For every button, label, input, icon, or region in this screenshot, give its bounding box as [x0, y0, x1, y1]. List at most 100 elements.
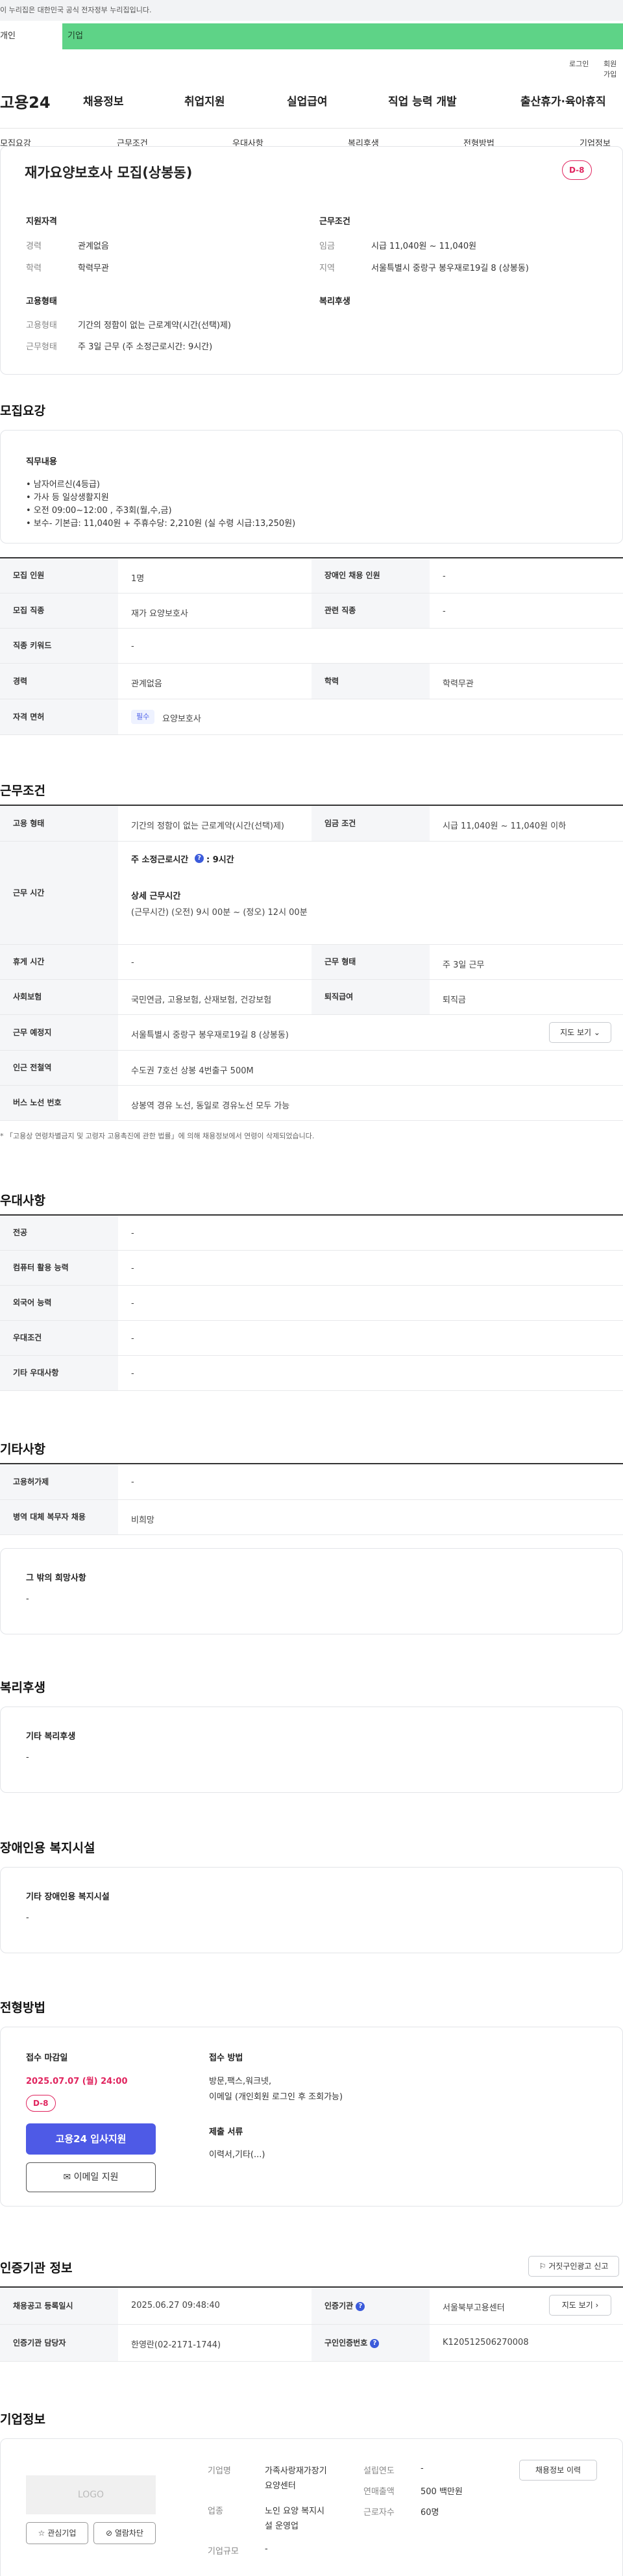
insurance-value: 국민연금, 고용보험, 산재보험, 건강보험 — [131, 995, 272, 1005]
etc-heading: 기타사항 — [0, 1442, 45, 1457]
duty-item: • 남자어르신(4등급) — [26, 480, 100, 490]
military-value: 비희망 — [131, 1516, 154, 1525]
job-history-button[interactable]: 채용정보 이력 — [519, 2460, 597, 2481]
email-apply-button[interactable]: ✉ 이메일 지원 — [26, 2162, 156, 2192]
bus-label: 버스 노선 번호 — [0, 1086, 118, 1120]
region-label: 지역 — [319, 264, 335, 273]
gnb-employment-support[interactable]: 취업지원 — [184, 92, 225, 108]
dday-badge: D-8 — [562, 160, 592, 180]
recruit-career-value: 관계없음 — [131, 679, 162, 689]
star-icon: ☆ — [38, 2529, 48, 2538]
industry-value-2: 설 운영업 — [265, 2521, 299, 2531]
agency-value: 서울북부고용센터 — [443, 2303, 505, 2313]
welfare-card — [0, 1707, 623, 1793]
deadline-label: 접수 마감일 — [26, 2053, 68, 2063]
other-wish-heading: 그 밖의 희망사항 — [26, 1573, 86, 1583]
cert-number-label-cell: 구인인증번호 ? — [312, 2325, 430, 2361]
reg-date-label: 채용공고 등록일시 — [0, 2288, 118, 2324]
row-divider — [0, 1534, 623, 1535]
sales-label: 연매출액 — [363, 2487, 395, 2497]
condition-heading: 근무조건 — [319, 217, 350, 227]
row-divider — [0, 2361, 623, 2362]
major-value: - — [131, 1229, 134, 1238]
scale-label: 기업규모 — [208, 2547, 239, 2557]
row-divider — [0, 734, 623, 735]
language-value: - — [131, 1299, 134, 1308]
career-value: 관계없음 — [78, 242, 109, 251]
computer-skill-value: - — [131, 1264, 134, 1273]
military-label: 병역 대체 복무자 채용 — [0, 1500, 118, 1534]
signup-link[interactable]: 회원가입 — [604, 58, 623, 79]
recruit-job-value: 재가 요양보호사 — [131, 609, 188, 619]
interest-label: 관심기업 — [47, 2529, 77, 2538]
disabled-count-value: - — [443, 571, 446, 581]
work-form-label: 근무 형태 — [312, 945, 430, 979]
career-label: 경력 — [26, 242, 42, 251]
agency-label: 인증기관 — [324, 2301, 354, 2310]
cert-number-label: 구인인증번호 — [324, 2338, 368, 2347]
facility-card — [0, 1867, 623, 1953]
duty-item: • 가사 등 일상생활지원 — [26, 493, 109, 503]
gnb-job-info[interactable]: 채용정보 — [83, 92, 124, 108]
gnb-job-training[interactable]: 직업 능력 개발 — [388, 92, 457, 108]
founded-label: 설립연도 — [363, 2466, 395, 2476]
row-divider — [0, 1120, 623, 1121]
apply-button[interactable]: 고용24 입사지원 — [26, 2123, 156, 2155]
map-view-button[interactable]: 지도 보기 ⌄ — [549, 1022, 611, 1043]
weekly-hours-label: 주 소정근로시간 — [131, 855, 189, 865]
info-icon[interactable]: ? — [356, 2301, 365, 2311]
recruit-heading: 모집요강 — [0, 404, 45, 418]
facility-value: - — [26, 1913, 29, 1923]
tab-personal[interactable]: 개인 — [0, 23, 62, 49]
agency-map-button[interactable]: 지도 보기 › — [549, 2295, 611, 2316]
age-note: * 「고용상 연령차별금지 및 고령자 고용촉진에 관한 법률」에 의해 채용정… — [0, 1132, 315, 1140]
recruit-edu-label: 학력 — [312, 664, 430, 699]
block-icon: ⊘ — [105, 2529, 115, 2538]
prefer-cond-label: 우대조건 — [0, 1321, 118, 1355]
license-value: 요양보호사 — [162, 714, 201, 724]
founded-value: - — [421, 2464, 424, 2473]
duty-item: • 보수- 기본급: 11,040원 + 주휴수당: 2,210원 (실 수령 … — [26, 519, 296, 529]
welfare-section-heading: 복리후생 — [0, 1681, 45, 1695]
staff-value: 60명 — [421, 2508, 439, 2518]
staff-label: 근로자수 — [363, 2508, 395, 2518]
other-prefer-value: - — [131, 1369, 134, 1379]
block-view-button[interactable]: ⊘ 열람차단 — [93, 2522, 156, 2544]
report-fake-ad-button[interactable]: ⚐ 거짓구인광고 신고 — [528, 2256, 619, 2277]
other-wish-card — [0, 1548, 623, 1634]
company-name-label: 기업명 — [208, 2466, 231, 2476]
duty-heading: 직무내용 — [26, 457, 57, 467]
site-logo[interactable]: 고용24 — [0, 90, 51, 112]
method-label: 접수 방법 — [209, 2053, 243, 2063]
major-label: 전공 — [0, 1216, 118, 1250]
interest-company-button[interactable]: ☆ 관심기업 — [26, 2522, 88, 2544]
method-value-2: 이메일 (개인회원 로그인 후 조회가능) — [209, 2092, 343, 2102]
detail-hours-value: (근무시간) (오전) 9시 00분 ~ (정오) 12시 00분 — [131, 908, 308, 918]
dday-badge: D-8 — [26, 2095, 56, 2112]
welfare-sub: 기타 복리후생 — [26, 1732, 76, 1742]
gnb-parental-leave[interactable]: 출산휴가·육아휴직 — [520, 92, 606, 108]
industry-label: 업종 — [208, 2507, 223, 2516]
recruit-count-value: 1명 — [131, 574, 145, 584]
work-place-value: 서울특별시 중랑구 봉우재로19길 8 (상봉동) — [131, 1031, 289, 1040]
gnb-unemployment-benefit[interactable]: 실업급여 — [287, 92, 328, 108]
hire-permit-value: - — [131, 1477, 134, 1487]
wage-value: 시급 11,040원 ~ 11,040원 — [371, 242, 477, 251]
qualification-heading: 지원자격 — [26, 217, 57, 227]
wage-label: 임금 — [319, 242, 335, 251]
emp-type-label: 고용 형태 — [0, 806, 118, 841]
company-name-value-2: 요양센터 — [265, 2481, 296, 2491]
info-icon[interactable]: ? — [195, 854, 204, 863]
login-link[interactable]: 로그인 — [569, 58, 589, 69]
cert-number-value: K120512506270008 — [443, 2338, 529, 2347]
duty-list: • 남자어르신(4등급) • 가사 등 일상생활지원 • 오전 09:00~12… — [26, 479, 295, 531]
work-type-label: 근무형태 — [26, 342, 57, 352]
keyword-label: 직종 키워드 — [0, 629, 118, 663]
info-icon[interactable]: ? — [370, 2338, 380, 2348]
subway-value: 수도권 7호선 상봉 4번출구 500M — [131, 1066, 254, 1076]
retirement-value: 퇴직금 — [443, 995, 466, 1005]
agency-heading: 인증기관 정보 — [0, 2261, 73, 2275]
employment-type-value: 기간의 정함이 없는 근로계약(시간(선택)제) — [78, 321, 232, 331]
tab-company[interactable]: 기업 — [62, 23, 623, 49]
prefer-heading: 우대사항 — [0, 1194, 45, 1208]
